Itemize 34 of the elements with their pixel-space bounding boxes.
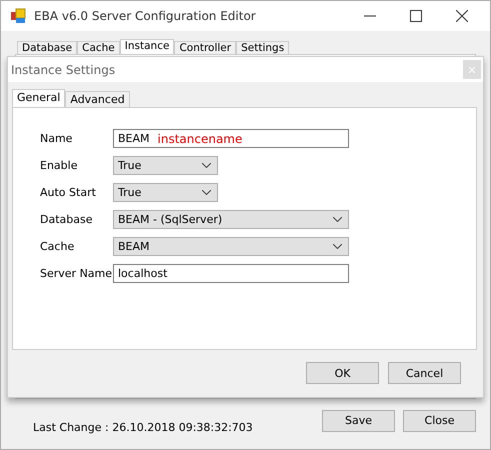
app-icon (10, 8, 26, 24)
input-field[interactable]: localhost (113, 264, 349, 283)
tab[interactable]: Instance (120, 39, 174, 54)
field-label: Database (40, 213, 94, 226)
dropdown[interactable]: BEAM - (SqlServer) (113, 210, 349, 229)
chevron-icon (333, 244, 342, 249)
annotation-text: instancename (158, 132, 242, 146)
save-button[interactable]: Save (322, 410, 395, 432)
maximize-icon[interactable] (410, 10, 422, 22)
field-label: Name (40, 132, 74, 145)
dialog-title: Instance Settings (11, 62, 116, 76)
input-field[interactable]: BEAM instancename (113, 129, 349, 148)
tab[interactable]: Database (17, 41, 78, 54)
field-label: Enable (40, 159, 78, 172)
cancel-button[interactable]: Cancel (388, 362, 461, 384)
tab[interactable]: Settings (236, 41, 290, 54)
close-icon[interactable] (456, 10, 468, 22)
field-label: Server Name (40, 267, 113, 280)
field-label: Cache (40, 240, 76, 253)
tab[interactable]: Cache (77, 41, 120, 54)
close-icon (469, 66, 475, 72)
tab[interactable]: Controller (174, 41, 236, 54)
dropdown[interactable]: BEAM (113, 237, 349, 256)
close-button[interactable]: Close (403, 410, 476, 432)
chevron-icon (333, 217, 342, 222)
chevron-icon (202, 163, 211, 168)
field-label: Auto Start (40, 186, 97, 199)
last-change-text: Last Change : 26.10.2018 09:38:32:703 (33, 421, 253, 434)
dropdown[interactable]: True (113, 156, 218, 175)
ok-button[interactable]: OK (306, 362, 379, 384)
window-title: EBA v6.0 Server Configuration Editor (34, 9, 256, 23)
dropdown[interactable]: True (113, 183, 218, 202)
tab[interactable]: General (12, 89, 66, 107)
chevron-icon (202, 190, 211, 195)
